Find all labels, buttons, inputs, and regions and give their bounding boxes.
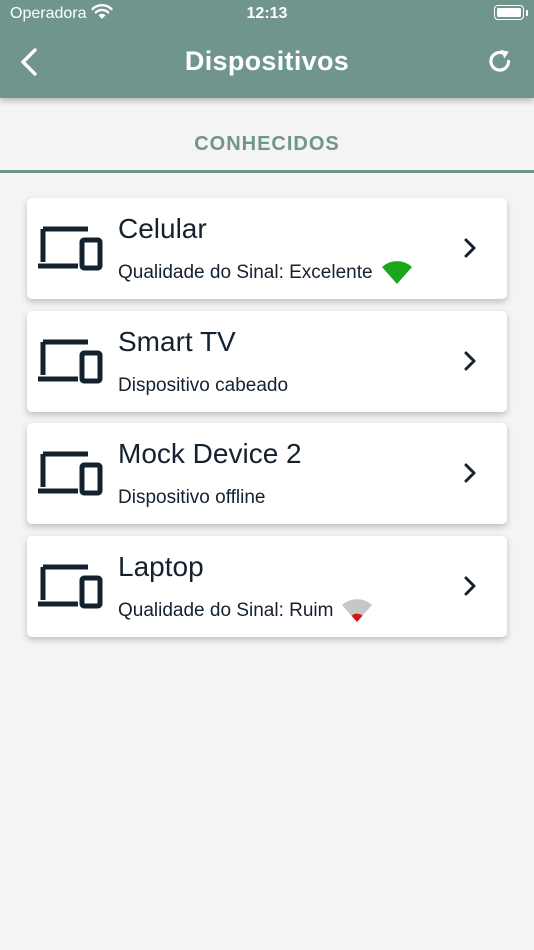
app-header: Operadora 12:13 Dispositivos [0,0,534,98]
refresh-button[interactable] [486,48,514,76]
devices-icon [38,564,103,608]
device-name: Celular [118,213,207,244]
device-status: Dispositivo offline [118,487,266,508]
device-card-mock-device-2[interactable]: Mock Device 2 Dispositivo offline [27,423,507,524]
device-status: Qualidade do Sinal: Excelente [118,262,373,283]
device-list: Celular Qualidade do Sinal: Excelente Sm… [27,198,507,648]
devices-icon [38,451,103,496]
status-bar: Operadora 12:13 [0,0,534,28]
chevron-right-icon [464,463,476,483]
battery-icon [494,5,524,20]
device-status-row: Dispositivo cabeado [118,373,288,399]
clock: 12:13 [246,5,288,22]
battery-tip [526,10,528,16]
device-name: Smart TV [118,325,236,357]
chevron-right-icon [464,238,476,258]
tab-conhecidos[interactable]: CONHECIDOS [0,128,534,173]
refresh-icon [489,49,511,72]
devices-icon [38,339,103,383]
chevron-right-icon [464,576,476,595]
device-card-celular[interactable]: Celular Qualidade do Sinal: Excelente [27,198,507,299]
device-name: Mock Device 2 [118,438,302,469]
device-status-row: Qualidade do Sinal: Ruim [118,598,373,624]
device-status-row: Qualidade do Sinal: Excelente [118,260,413,286]
wifi-signal-excellent-icon [381,261,412,284]
device-status: Qualidade do Sinal: Ruim [118,599,334,621]
device-status-row: Dispositivo offline [118,485,266,511]
device-name: Laptop [118,550,204,582]
device-card-smart-tv[interactable]: Smart TV Dispositivo cabeado [27,310,507,412]
devices-icon [38,226,103,271]
section-label: CONHECIDOS [194,133,340,155]
device-status: Dispositivo cabeado [118,374,289,396]
wifi-signal-poor-icon [342,598,373,622]
device-card-laptop[interactable]: Laptop Qualidade do Sinal: Ruim [27,535,507,637]
chevron-right-icon [464,351,476,370]
page-title: Dispositivos [184,46,350,76]
